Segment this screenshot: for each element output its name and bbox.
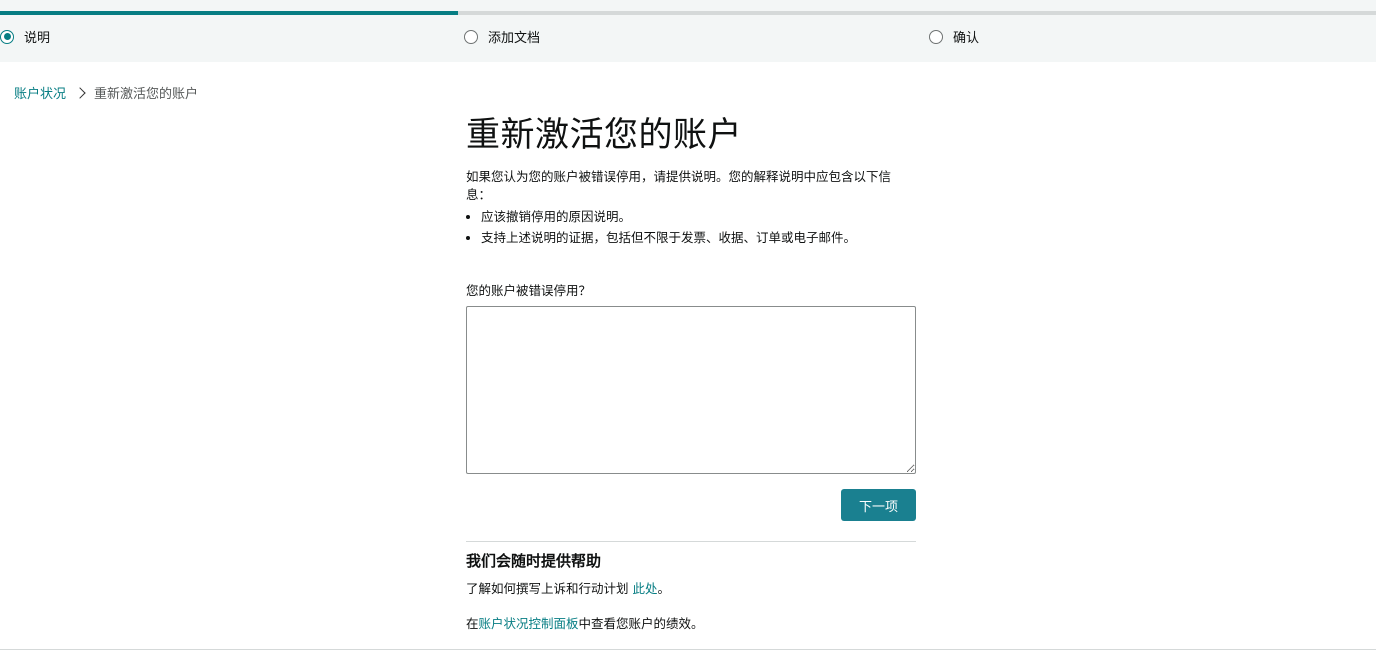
step-add-documents[interactable]: 添加文档 xyxy=(464,27,540,46)
help-heading: 我们会随时提供帮助 xyxy=(466,552,602,570)
progress-stepper: 说明 添加文档 确认 xyxy=(0,0,1376,62)
help-line-dashboard: 在账户状况控制面板中查看您账户的绩效。 xyxy=(466,613,704,632)
account-health-dashboard-link[interactable]: 账户状况控制面板 xyxy=(479,616,579,631)
step-confirm[interactable]: 确认 xyxy=(929,27,979,46)
list-item: 支持上述说明的证据，包括但不限于发票、收据、订单或电子邮件。 xyxy=(481,227,916,248)
step-label: 确认 xyxy=(953,31,980,46)
help-text: 了解如何撰写上诉和行动计划 xyxy=(466,581,633,596)
intro-text: 如果您认为您的账户被错误停用，请提供说明。您的解释说明中应包含以下信息： xyxy=(466,169,892,202)
breadcrumb-link-account-health[interactable]: 账户状况 xyxy=(14,83,66,102)
footer-divider xyxy=(0,649,1376,650)
progress-fill xyxy=(0,11,459,15)
chevron-right-icon xyxy=(74,86,86,99)
next-button[interactable]: 下一项 xyxy=(841,489,916,521)
help-text-end: 。 xyxy=(657,581,671,596)
breadcrumb-current: 重新激活您的账户 xyxy=(94,87,199,102)
step-label: 说明 xyxy=(24,31,51,46)
radio-empty-icon xyxy=(929,29,943,44)
breadcrumb: 账户状况 重新激活您的账户 xyxy=(14,83,198,102)
step-label: 添加文档 xyxy=(488,31,541,46)
step-explanation[interactable]: 说明 xyxy=(0,27,50,46)
radio-empty-icon xyxy=(464,29,478,44)
main-content: 重新激活您的账户 如果您认为您的账户被错误停用，请提供说明。您的解释说明中应包含… xyxy=(466,112,916,248)
help-link-here[interactable]: 此处 xyxy=(632,581,657,596)
help-line-appeal: 了解如何撰写上诉和行动计划 此处。 xyxy=(466,578,670,597)
divider xyxy=(466,541,916,542)
explanation-textarea[interactable] xyxy=(466,306,916,474)
page-title: 重新激活您的账户 xyxy=(466,115,742,155)
list-item: 应该撤销停用的原因说明。 xyxy=(481,206,916,227)
help-text-end: 中查看您账户的绩效。 xyxy=(578,616,704,631)
progress-track xyxy=(0,11,1376,15)
radio-selected-icon xyxy=(0,29,14,44)
question-label: 您的账户被错误停用？ xyxy=(466,283,592,298)
requirements-list: 应该撤销停用的原因说明。 支持上述说明的证据，包括但不限于发票、收据、订单或电子… xyxy=(466,206,916,248)
help-text: 在 xyxy=(466,616,479,631)
